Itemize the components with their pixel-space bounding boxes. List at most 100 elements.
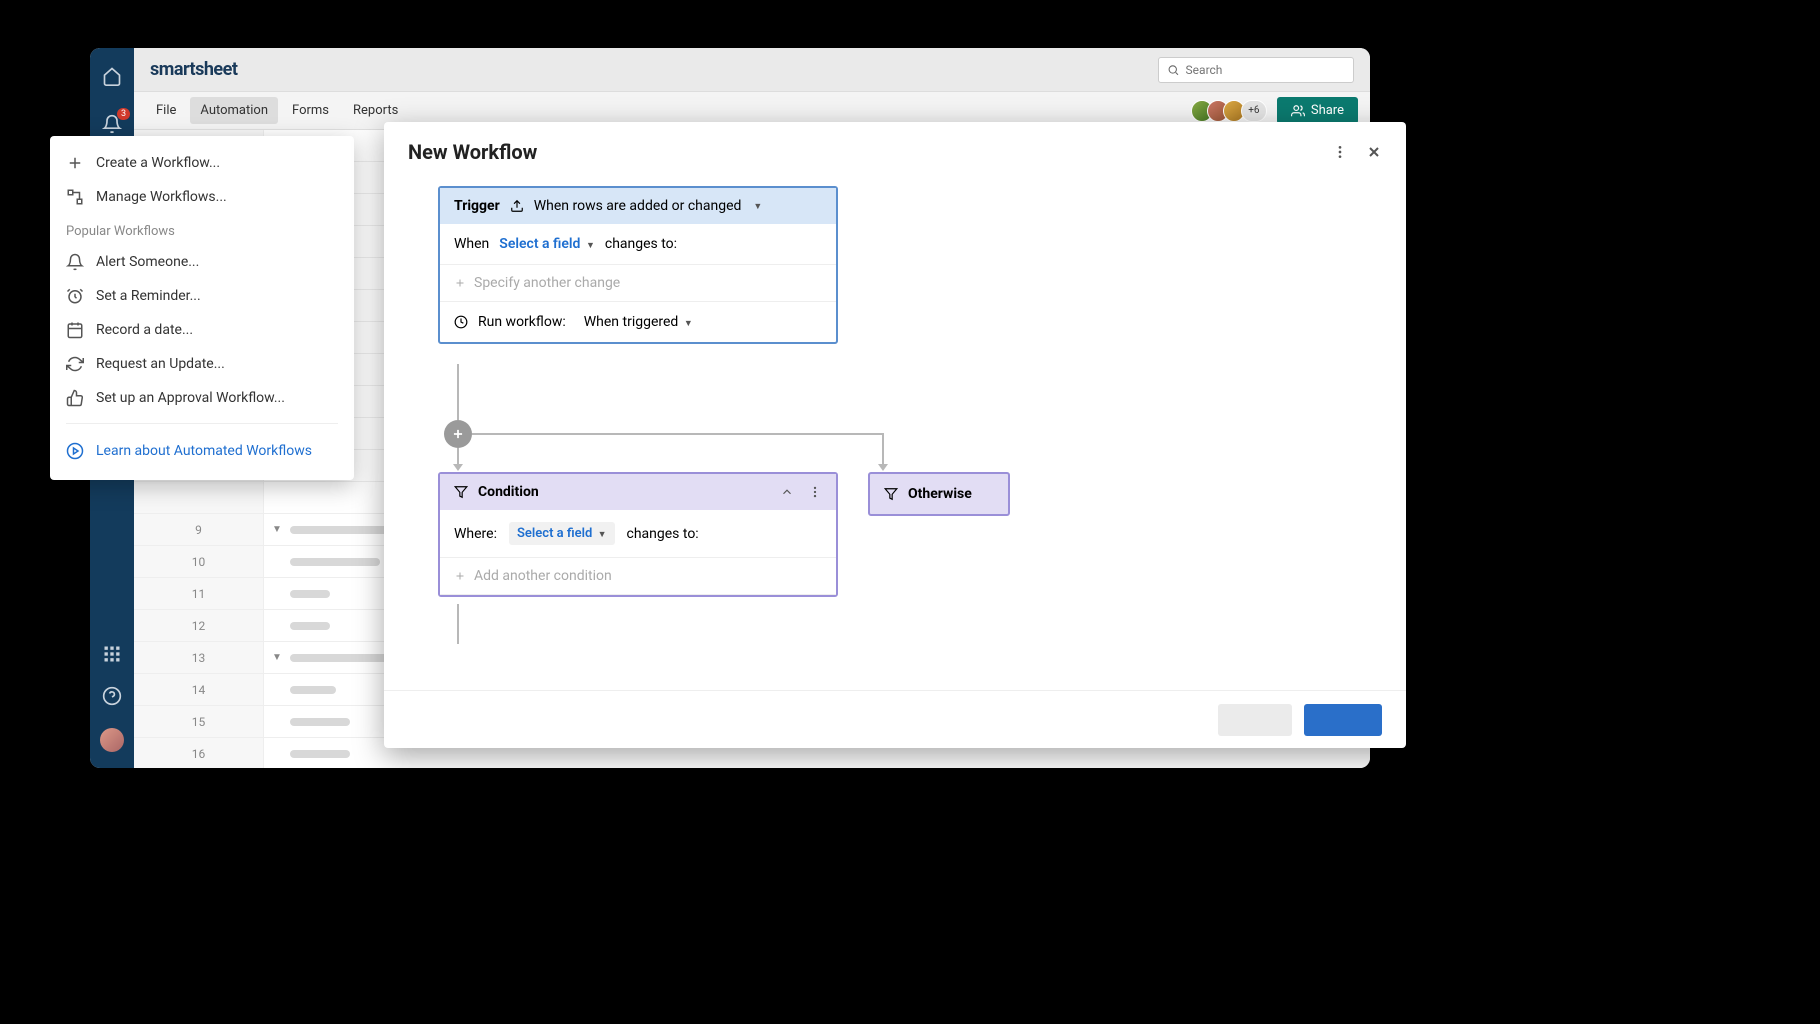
row-number: 10 xyxy=(134,546,264,577)
chevron-down-icon[interactable]: ▼ xyxy=(753,201,762,212)
learn-workflows-link[interactable]: Learn about Automated Workflows xyxy=(50,432,354,470)
avatar-more-count[interactable]: +6 xyxy=(1241,100,1267,122)
row-number: 11 xyxy=(134,578,264,609)
home-icon[interactable] xyxy=(102,66,122,90)
manage-workflows-item[interactable]: Manage Workflows... xyxy=(50,180,354,214)
workflow-panel: New Workflow Trigger When rows are added… xyxy=(384,122,1406,748)
cancel-button[interactable] xyxy=(1218,704,1292,736)
row-content-placeholder xyxy=(290,686,336,694)
row-content-placeholder xyxy=(290,718,350,726)
row-number: 14 xyxy=(134,674,264,705)
menu-label: Set a Reminder... xyxy=(96,288,201,304)
connector xyxy=(472,433,884,435)
share-label: Share xyxy=(1311,103,1344,118)
otherwise-block[interactable]: Otherwise xyxy=(868,472,1010,516)
otherwise-label: Otherwise xyxy=(908,486,972,502)
chevron-up-icon[interactable] xyxy=(780,485,794,499)
row-content-placeholder xyxy=(290,590,330,598)
trigger-when-row: When Select a field ▼ changes to: xyxy=(440,224,836,265)
reminder-icon xyxy=(66,287,84,305)
add-condition-row[interactable]: Add another condition xyxy=(440,558,836,595)
play-circle-icon xyxy=(66,442,84,460)
thumbs-up-icon xyxy=(66,389,84,407)
workflow-canvas: Trigger When rows are added or changed ▼… xyxy=(384,172,1406,690)
upload-icon xyxy=(510,199,524,213)
row-expand-icon[interactable]: ▼ xyxy=(264,652,290,663)
trigger-event: When rows are added or changed xyxy=(534,198,742,214)
filter-icon xyxy=(454,485,468,499)
notifications-icon[interactable]: 3 xyxy=(102,114,122,138)
close-icon[interactable] xyxy=(1366,144,1382,160)
plus-icon xyxy=(66,154,84,172)
menu-label: Alert Someone... xyxy=(96,254,199,270)
connector xyxy=(882,433,884,466)
row-content-placeholder xyxy=(290,622,330,630)
set-reminder-item[interactable]: Set a Reminder... xyxy=(50,279,354,313)
record-date-item[interactable]: Record a date... xyxy=(50,313,354,347)
brand-logo: smartsheet xyxy=(150,59,237,80)
trigger-label: Trigger xyxy=(454,198,500,214)
row-number: 12 xyxy=(134,610,264,641)
run-value-dropdown[interactable]: When triggered ▼ xyxy=(584,314,693,330)
where-label: Where: xyxy=(454,526,497,542)
condition-where-row: Where: Select a field ▼ changes to: xyxy=(440,510,836,558)
menu-item-file[interactable]: File xyxy=(146,97,186,124)
select-field-dropdown[interactable]: Select a field ▼ xyxy=(499,236,595,252)
when-label: When xyxy=(454,236,489,252)
plus-icon xyxy=(454,277,466,289)
automation-menu: Create a Workflow... Manage Workflows...… xyxy=(50,136,354,480)
row-content-placeholder xyxy=(290,750,350,758)
notifications-badge: 3 xyxy=(117,108,130,120)
menu-label: Record a date... xyxy=(96,322,193,338)
workflow-footer xyxy=(384,690,1406,748)
condition-label: Condition xyxy=(478,484,539,500)
refresh-icon xyxy=(66,355,84,373)
plus-icon xyxy=(454,570,466,582)
menu-item-automation[interactable]: Automation xyxy=(190,97,278,124)
more-icon[interactable] xyxy=(808,485,822,499)
more-icon[interactable] xyxy=(1332,144,1348,160)
request-update-item[interactable]: Request an Update... xyxy=(50,347,354,381)
approval-workflow-item[interactable]: Set up an Approval Workflow... xyxy=(50,381,354,415)
row-content-placeholder xyxy=(290,558,380,566)
menu-label: Set up an Approval Workflow... xyxy=(96,390,285,406)
alert-someone-item[interactable]: Alert Someone... xyxy=(50,245,354,279)
add-node-button[interactable] xyxy=(444,420,472,448)
avatar-stack[interactable]: +6 xyxy=(1191,100,1267,122)
top-bar: smartsheet xyxy=(134,48,1370,92)
row-expand-icon[interactable]: ▼ xyxy=(264,524,290,535)
trigger-block[interactable]: Trigger When rows are added or changed ▼… xyxy=(438,186,838,344)
changes-to-label: changes to: xyxy=(605,236,677,252)
user-avatar[interactable] xyxy=(100,728,124,752)
add-change-row[interactable]: Specify another change xyxy=(440,265,836,302)
share-button[interactable]: Share xyxy=(1277,97,1358,124)
bell-icon xyxy=(66,253,84,271)
clock-icon xyxy=(454,315,468,329)
menu-item-reports[interactable]: Reports xyxy=(343,97,408,124)
menu-item-forms[interactable]: Forms xyxy=(282,97,339,124)
search-icon xyxy=(1167,63,1180,77)
condition-block[interactable]: Condition Where: Select a field ▼ change… xyxy=(438,472,838,597)
workflow-title: New Workflow xyxy=(408,140,537,164)
condition-header[interactable]: Condition xyxy=(440,474,836,510)
filter-icon xyxy=(884,487,898,501)
row-number: 13 xyxy=(134,642,264,673)
select-field-dropdown[interactable]: Select a field ▼ xyxy=(509,522,615,545)
arrow-icon xyxy=(878,464,888,471)
add-change-label: Specify another change xyxy=(474,275,620,291)
arrow-icon xyxy=(453,464,463,471)
save-button[interactable] xyxy=(1304,704,1382,736)
trigger-header[interactable]: Trigger When rows are added or changed ▼ xyxy=(440,188,836,224)
add-condition-label: Add another condition xyxy=(474,568,612,584)
plus-icon xyxy=(451,427,465,441)
row-number: 9 xyxy=(134,514,264,545)
menu-label: Create a Workflow... xyxy=(96,155,220,171)
search-input[interactable] xyxy=(1186,63,1345,77)
apps-icon[interactable] xyxy=(102,644,122,668)
connector xyxy=(457,604,459,644)
run-label: Run workflow: xyxy=(478,314,566,330)
search-box[interactable] xyxy=(1158,57,1354,83)
help-icon[interactable] xyxy=(102,686,122,710)
people-icon xyxy=(1291,104,1305,118)
create-workflow-item[interactable]: Create a Workflow... xyxy=(50,146,354,180)
